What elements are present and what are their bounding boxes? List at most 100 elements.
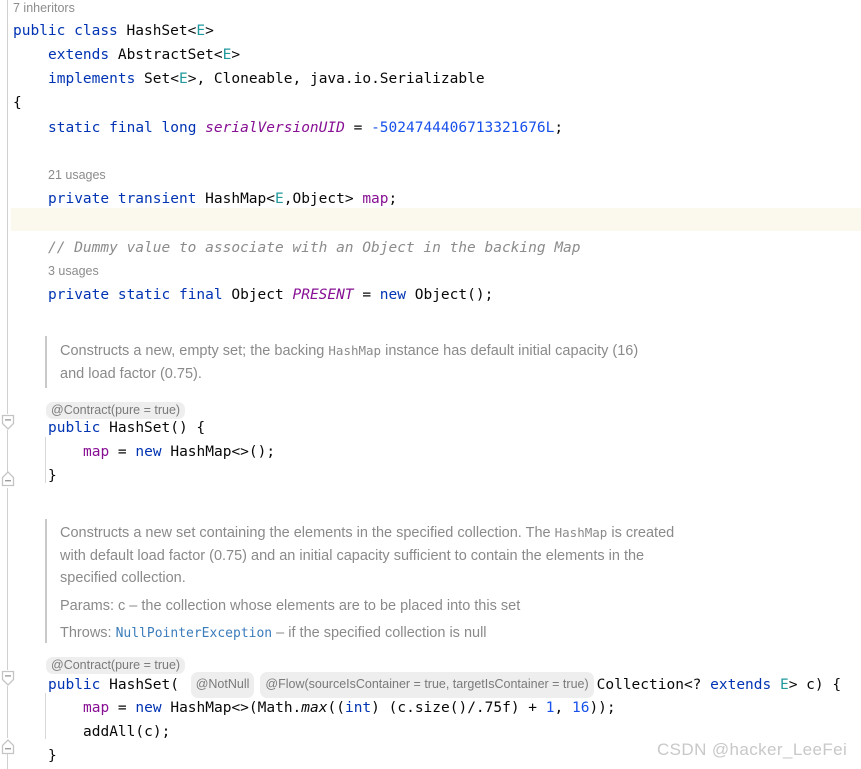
angle-close-2: > — [231, 47, 241, 63]
param-type-collection: Collection<? — [596, 677, 711, 693]
fold-collapse-icon-ctor2-start[interactable] — [0, 670, 16, 686]
angle-open-2: < — [213, 47, 223, 63]
inlay-hint-contract-ctor2[interactable]: @Contract(pure = true) — [46, 655, 186, 674]
fold-collapse-icon-ctor2-end[interactable] — [0, 738, 16, 755]
keyword-final-2: final — [178, 287, 223, 303]
keyword-final-1: final — [109, 120, 153, 136]
code-line-serialversionuid: static final long serialVersionUID = -50… — [48, 117, 563, 140]
keyword-long: long — [161, 120, 197, 136]
keyword-new-2: new — [135, 444, 162, 460]
code-line-ctor1-body: map = new HashMap<>(); — [83, 441, 275, 464]
javadoc-code-hashmap: HashMap — [328, 343, 382, 358]
literal-serialversionuid-value: -5024744406713321676L — [371, 120, 555, 136]
javadoc-link-nullpointerexception[interactable]: NullPointerException — [116, 626, 273, 641]
keyword-class: class — [74, 23, 118, 39]
ctor2-new-hashmap-math: HashMap<>(Math. — [161, 700, 302, 716]
javadoc-ctor-noarg: Constructs a new, empty set; the backing… — [60, 340, 660, 385]
ctor1-params: () { — [170, 420, 206, 436]
fold-collapse-icon-ctor1-end[interactable] — [0, 470, 16, 487]
code-line-class-open-brace: { — [13, 92, 22, 115]
type-param-e-5: E — [779, 677, 789, 693]
param-tail-ctor2: > c) { — [788, 677, 842, 693]
keyword-static-2: static — [117, 287, 171, 303]
comma-2: , — [292, 71, 310, 87]
javadoc-throws-text: – if the specified collection is null — [272, 625, 487, 641]
assign-1: = — [344, 120, 372, 136]
fold-collapse-icon-ctor1-start[interactable] — [0, 414, 16, 430]
inlay-hint-contract-ctor1[interactable]: @Contract(pure = true) — [46, 400, 186, 419]
code-line-implements: implements Set<E>, Cloneable, java.io.Se… — [48, 68, 485, 91]
angle-open-4: < — [266, 191, 275, 207]
javadoc-throws-label: Throws: — [60, 625, 116, 641]
semicolon-2: ; — [388, 191, 398, 207]
keyword-new-1: new — [379, 287, 406, 303]
ctor1-new-hashmap: HashMap<>(); — [161, 444, 276, 460]
keyword-int-cast: int — [344, 700, 372, 716]
javadoc-params-text: Params: c – the collection whose element… — [60, 597, 521, 614]
field-ref-map-2: map — [83, 700, 110, 716]
keyword-private-1: private — [48, 191, 110, 207]
keyword-implements: implements — [48, 71, 136, 87]
code-line-ctor1-signature: public HashSet() { — [48, 417, 205, 440]
keyword-public-ctor2: public — [48, 677, 101, 693]
assign-3: = — [109, 444, 136, 460]
interface-set: Set — [144, 71, 171, 87]
angle-close-comma: >, — [187, 71, 214, 87]
type-hashmap-1: HashMap — [205, 191, 267, 207]
type-param-e: E — [196, 23, 206, 39]
code-line-extends: extends AbstractSet<E> — [48, 44, 240, 67]
field-map: map — [362, 191, 389, 207]
javadoc-text-segment-3: Constructs a new set containing the elem… — [60, 525, 555, 541]
code-line-ctor2-signature: public HashSet( @NotNull @Flow(sourceIsCo… — [48, 672, 842, 699]
watermark-text: CSDN @hacker_LeeFei — [657, 740, 848, 759]
paren-open-ctor2: ( — [170, 677, 188, 693]
brace-close-ctor1: } — [48, 468, 57, 484]
literal-one: 1 — [545, 700, 555, 716]
ctor-name-hashset-1: HashSet — [109, 420, 171, 436]
code-line-dummy-comment: // Dummy value to associate with an Obje… — [48, 240, 581, 256]
field-present: PRESENT — [292, 287, 354, 303]
brace-close-ctor2: } — [48, 748, 57, 764]
brace-open-class: { — [13, 95, 22, 111]
ctor2-tail-e: )); — [589, 700, 616, 716]
inlay-hint-flow[interactable]: @Flow(sourceIsContainer = true, targetIs… — [260, 672, 594, 698]
keyword-public: public — [13, 23, 66, 39]
angle-open-3: < — [170, 71, 179, 87]
assign-4: = — [109, 700, 136, 716]
semicolon-1: ; — [554, 120, 564, 136]
javadoc-paragraph: Constructs a new, empty set; the backing… — [60, 340, 660, 385]
code-line-field-present: private static final Object PRESENT = ne… — [48, 284, 493, 307]
ctor2-tail-d: , — [554, 700, 572, 716]
keyword-public-ctor1: public — [48, 420, 101, 436]
type-param-e-4: E — [275, 191, 284, 207]
code-vision-inheritors[interactable]: 7 inheritors — [13, 0, 75, 16]
interface-serializable: java.io.Serializable — [309, 71, 485, 87]
superclass-abstractset: AbstractSet — [117, 47, 214, 63]
keyword-new-3: new — [135, 700, 162, 716]
class-name-hashset: HashSet — [126, 23, 188, 39]
code-vision-usages-map[interactable]: 21 usages — [48, 167, 106, 183]
keyword-transient: transient — [117, 191, 197, 207]
type-object-2: Object — [231, 287, 284, 303]
field-serialversionuid: serialVersionUID — [205, 120, 345, 136]
type-object-1: Object — [292, 191, 345, 207]
code-line-class-decl: public class HashSet<E> — [13, 20, 214, 43]
javadoc-text-segment: Constructs a new, empty set; the backing — [60, 343, 329, 359]
javadoc-code-hashmap-2: HashMap — [554, 525, 608, 540]
interface-cloneable: Cloneable — [213, 71, 293, 87]
literal-sixteen: 16 — [571, 700, 590, 716]
angle-close: > — [205, 23, 214, 39]
code-line-ctor1-close: } — [48, 465, 57, 488]
code-editor[interactable]: 7 inheritors public class HashSet<E> ext… — [0, 0, 861, 769]
inlay-hint-notnull[interactable]: @NotNull — [190, 672, 255, 698]
ctor2-tail-b: (( — [327, 700, 345, 716]
angle-close-4: > — [344, 191, 363, 207]
keyword-private-2: private — [48, 287, 110, 303]
code-line-ctor2-body-1: map = new HashMap<>(Math.max((int) (c.si… — [83, 697, 616, 720]
keyword-static-1: static — [48, 120, 101, 136]
call-addall: addAll(c); — [83, 724, 171, 740]
javadoc-paragraph-main: Constructs a new set containing the elem… — [60, 522, 680, 590]
javadoc-ctor-collection: Constructs a new set containing the elem… — [60, 522, 680, 646]
code-vision-usages-present[interactable]: 3 usages — [48, 263, 99, 279]
code-line-ctor2-body-2: addAll(c); — [83, 721, 170, 744]
